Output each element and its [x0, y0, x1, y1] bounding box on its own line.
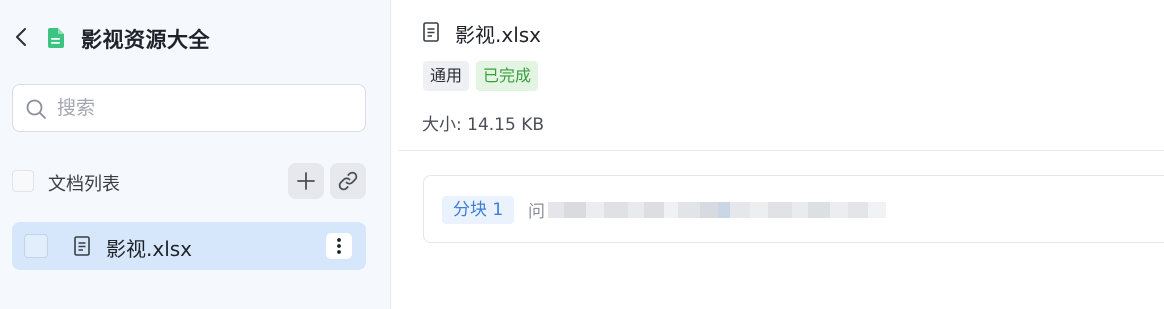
link-icon — [338, 171, 358, 191]
chunk-card[interactable]: 分块 1 问 — [423, 175, 1164, 243]
link-document-button[interactable] — [330, 163, 366, 199]
file-title: 影视.xlsx — [455, 23, 542, 47]
chunk-preview: 问 — [528, 197, 968, 223]
sidebar: 影视资源大全 文档列表 影视.xlsx — [0, 0, 391, 309]
file-size: 大小: 14.15 KB — [422, 115, 545, 135]
document-list-label: 文档列表 — [48, 174, 120, 195]
divider — [398, 150, 1164, 151]
document-list-item[interactable]: 影视.xlsx — [12, 222, 366, 270]
document-list-header: 文档列表 — [12, 163, 366, 199]
chunk-label: 分块 1 — [442, 196, 515, 224]
more-vertical-icon[interactable] — [326, 233, 352, 259]
category-tag: 通用 — [423, 61, 470, 91]
status-badge: 已完成 — [476, 61, 539, 91]
add-document-button[interactable] — [288, 163, 324, 199]
search-input[interactable] — [57, 94, 347, 122]
chunk-preview-text: 问 — [528, 202, 545, 222]
document-icon — [423, 22, 439, 42]
blurred-content — [548, 202, 886, 218]
knowledge-base-icon — [47, 27, 65, 49]
plus-icon — [297, 172, 315, 190]
search-box[interactable] — [12, 84, 366, 132]
back-arrow-icon[interactable] — [12, 26, 32, 48]
select-all-checkbox[interactable] — [12, 170, 34, 192]
document-icon — [74, 236, 90, 256]
knowledge-base-title: 影视资源大全 — [81, 28, 210, 52]
document-checkbox[interactable] — [24, 234, 48, 258]
document-name: 影视.xlsx — [106, 237, 193, 261]
document-detail-panel: 影视.xlsx 通用 已完成 大小: 14.15 KB 分块 1 问 — [392, 0, 1164, 309]
search-icon — [25, 98, 47, 120]
